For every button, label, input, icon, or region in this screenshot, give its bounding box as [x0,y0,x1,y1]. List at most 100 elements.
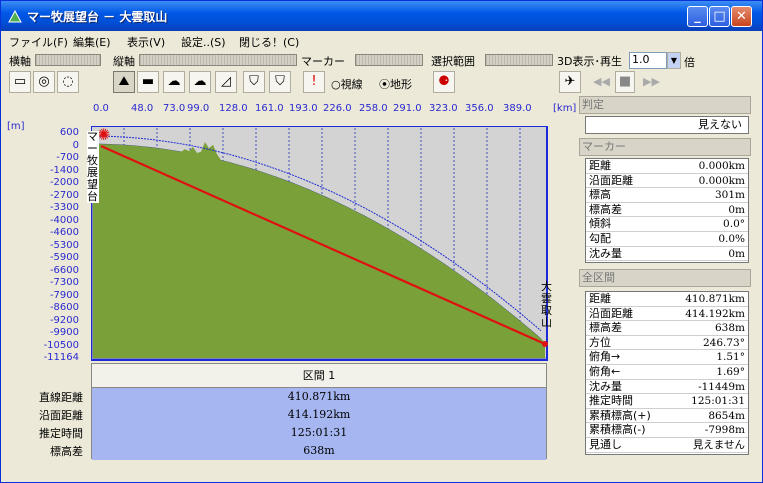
menu-view[interactable]: 表示(V) [127,34,165,50]
info-value: 0.000km [698,174,745,187]
estimated-time-label: 推定時間 [39,427,83,440]
mountain-profile-icon[interactable]: ⛰ [113,71,135,93]
y-tick: -8600 [49,302,79,313]
info-row: 見通し 見えません [586,438,748,453]
vertical-axis-slider[interactable] [139,54,297,66]
info-key: 累積標高(-) [589,423,646,437]
section-table: 区間 1 410.871km 414.192km 125:01:31 638m [91,363,547,460]
app-icon [8,9,22,23]
point1-icon[interactable]: ⛉ [243,71,265,93]
info-row: 沈み量 0m [586,247,748,262]
info-panel: 判定 見えない マーカー 距離 0.000km 沿面距離 0.000km 標高 301m 標… [579,94,751,464]
info-key: 距離 [589,159,611,172]
y-tick: -4000 [49,214,79,226]
app-window: マー牧展望台 － 大雲取山 _ □ ✕ ファイル(F) 編集(E) 表示(V) … [0,0,763,483]
menu-file[interactable]: ファイル(F) [9,34,68,50]
info-row: 距離 0.000km [586,159,748,174]
ruler-icon[interactable]: ▭ [9,71,31,93]
3d-view-icon[interactable]: ✈ [559,71,581,93]
judge-value: 見えない [585,116,749,134]
info-row: 距離 410.871km [586,292,748,307]
info-key: 勾配 [589,231,611,245]
x-tick: 291.0 [393,103,422,114]
radio-sight-line[interactable]: ○視線 [331,76,363,92]
distance-scale: 0.0 48.0 73.0 99.0 128.0 161.0 193.0 226… [1,101,579,117]
maximize-button[interactable]: □ [709,6,730,27]
point2-icon[interactable]: ⛉ [269,71,291,93]
radio-terrain[interactable]: ⦿地形 [379,76,412,92]
info-value: -11449m [698,380,745,393]
straight-distance-value: 410.871km [92,388,546,406]
info-row: 傾斜 0.0° [586,217,748,232]
info-row: 推定時間 125:01:31 [586,394,748,409]
y-tick: -10500 [43,339,79,351]
info-value: 125:01:31 [691,395,745,408]
close-button[interactable]: ✕ [731,6,752,27]
info-value: 246.73° [703,336,745,349]
section-header[interactable]: 区間 1 [92,364,546,388]
info-key: 沿面距離 [589,173,633,187]
info-value: 見えません [692,438,745,451]
y-tick: 600 [59,127,79,138]
all-section-header: 全区間 [579,269,751,287]
marker-slider[interactable] [355,54,423,66]
vertical-axis-label: 縦軸 [113,55,135,68]
info-value: 0.000km [698,160,745,172]
x-tick: 0.0 [93,103,109,114]
menu-settings[interactable]: 設定..(S) [181,34,226,50]
y-tick: -2000 [49,177,79,188]
info-value: 0.0° [723,218,745,231]
info-key: 推定時間 [589,394,633,408]
info-value: 414.192km [685,307,745,320]
marker-table: 距離 0.000km 沿面距離 0.000km 標高 301m 標高差 0m 傾斜 0.0° 勾配 0… [585,158,749,263]
menu-bar: ファイル(F) 編集(E) 表示(V) 設定..(S) 閉じる！(C) [1,31,762,51]
menu-close[interactable]: 閉じる！(C) [239,34,299,50]
zoom-area-icon[interactable]: ◌ [57,71,79,93]
elevation-diff-label: 標高差 [50,445,83,458]
info-row: 勾配 0.0% [586,232,748,247]
speed-input[interactable]: 1.0 [629,52,667,69]
horizontal-axis-slider[interactable] [35,54,101,66]
range-slider[interactable] [485,54,553,66]
cloud-dotted-icon[interactable]: ☁ [189,71,211,93]
speed-dropdown-arrow[interactable]: ▼ [667,52,681,69]
marker-header: マーカー [579,138,751,156]
slope-icon[interactable]: ◿ [215,71,237,93]
marker-pin-icon[interactable]: ! [303,71,325,93]
x-tick: 193.0 [289,103,318,114]
info-value: 301m [715,189,745,202]
panel-scrollbar[interactable] [751,94,762,464]
info-key: 沈み量 [589,246,622,260]
toolbar: 横軸 縦軸 マーカー 選択範囲 3D表示･再生 1.0 ▼ 倍 ▭ ◎ ◌ ⛰ … [1,51,762,93]
info-value: 8654m [708,409,745,422]
stop-icon[interactable]: ■ [615,71,635,93]
title-bar[interactable]: マー牧展望台 － 大雲取山 _ □ ✕ [1,1,762,31]
menu-edit[interactable]: 編集(E) [73,34,111,50]
cloud-icon[interactable]: ☁ [163,71,185,93]
x-tick: 128.0 [219,103,248,114]
flat-ruler-icon[interactable]: ▬ [137,71,159,93]
x-tick: 161.0 [255,103,284,114]
info-value: 0.0% [718,232,745,245]
y-tick: -3300 [49,202,79,213]
info-value: 1.69° [716,365,745,378]
info-value: 638m [715,322,745,335]
radio-sight-label: 視線 [340,78,363,91]
rotate-icon[interactable]: ◎ [33,71,55,93]
profile-plot[interactable]: ✺ [91,126,549,362]
x-tick: 48.0 [131,103,154,114]
info-row: 累積標高(-) -7998m [586,423,748,438]
info-row: 俯角← 1.69° [586,365,748,380]
play-icon[interactable]: ▶▶ [643,75,660,88]
y-tick: -700 [56,152,79,163]
start-point-label: マー牧展望台 [87,130,99,203]
info-row: 標高差 0m [586,203,748,218]
y-tick: -7300 [49,277,79,288]
info-row: 方位 246.73° [586,336,748,351]
section-labels: 直線距離 沿面距離 推定時間 標高差 [1,389,83,461]
info-value: 410.871km [685,293,745,305]
rewind-icon[interactable]: ◀◀ [593,75,610,88]
range-select-icon[interactable]: ⚈ [433,71,455,93]
minimize-button[interactable]: _ [687,6,708,27]
window-title: マー牧展望台 － 大雲取山 [27,10,168,24]
